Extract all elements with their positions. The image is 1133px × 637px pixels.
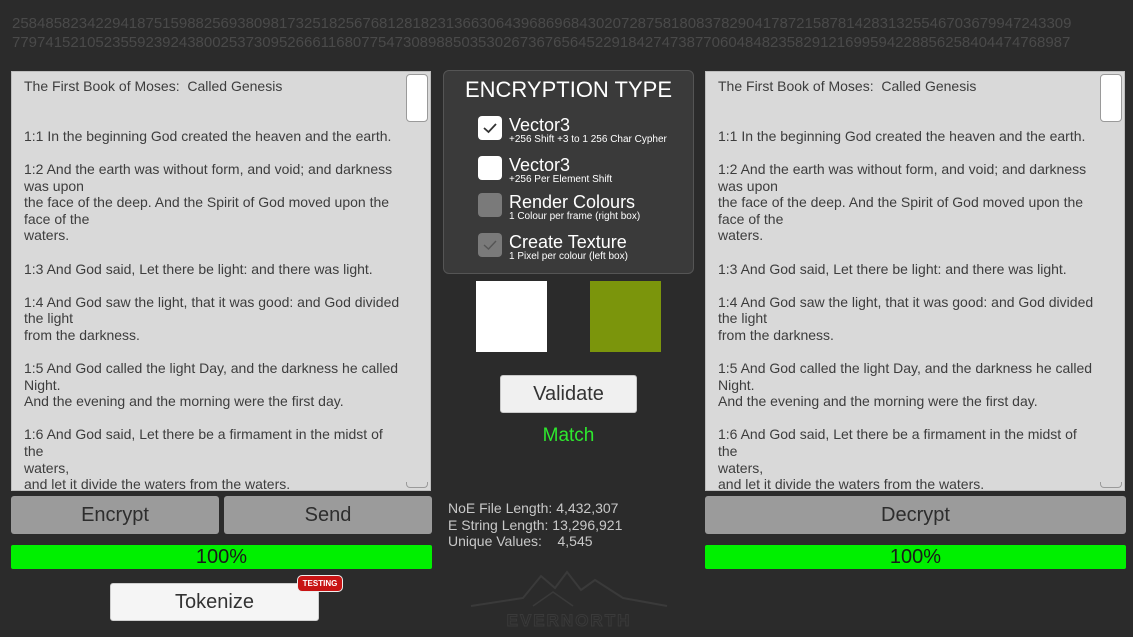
encrypt-button[interactable]: Encrypt — [11, 496, 219, 534]
cipher-digits-line-2: 7797415210523559239243800253730952666116… — [12, 34, 1071, 51]
checkbox-vector3-element-shift[interactable] — [478, 156, 502, 180]
option-sublabel: 1 Colour per frame (right box) — [509, 211, 641, 222]
check-icon — [483, 240, 497, 250]
string-length-value: 13,296,921 — [552, 516, 623, 533]
testing-badge: TESTING — [297, 575, 343, 592]
decrypt-button[interactable]: Decrypt — [705, 496, 1126, 534]
checkbox-vector3-cypher[interactable] — [478, 116, 502, 140]
send-button[interactable]: Send — [224, 496, 432, 534]
decrypt-progress-bar: 100% — [705, 545, 1126, 569]
plaintext-scrollbar[interactable] — [404, 72, 430, 490]
file-length-row: NoE File Length: 4,432,307 — [448, 500, 622, 517]
texture-preview-swatch — [476, 281, 547, 352]
option-label: Render Colours — [509, 192, 636, 212]
file-length-label: NoE File Length: — [448, 500, 553, 516]
evernorth-logo: EVERNORTH — [470, 570, 668, 630]
encryption-type-title: ENCRYPTION TYPE — [464, 77, 672, 102]
checkbox-create-texture[interactable] — [478, 233, 502, 257]
match-status: Match — [542, 425, 595, 446]
checkbox-render-colours[interactable] — [478, 193, 502, 217]
encrypt-progress-bar: 100% — [11, 545, 432, 569]
file-stats: NoE File Length: 4,432,307 E String Leng… — [448, 500, 622, 550]
decrypted-scroll-end — [1100, 482, 1122, 488]
plaintext-scroll-thumb[interactable] — [406, 74, 428, 122]
option-label: Vector3 — [509, 115, 571, 135]
decrypt-progress-label: 100% — [889, 545, 942, 568]
decrypted-content: The First Book of Moses: Called Genesis … — [718, 78, 1094, 491]
option-label: Create Texture — [509, 232, 627, 252]
option-sublabel: 1 Pixel per colour (left box) — [509, 251, 628, 262]
plaintext-scroll-end — [406, 482, 428, 488]
file-length-value: 4,432,307 — [556, 500, 619, 516]
option-sublabel: +256 Shift +3 to 1 256 Char Cypher — [509, 134, 667, 145]
plaintext-content: The First Book of Moses: Called Genesis … — [24, 78, 400, 491]
tokenize-button[interactable]: Tokenize — [110, 583, 319, 621]
unique-values-row: Unique Values: 4,545 — [448, 533, 622, 550]
logo-wordmark: EVERNORTH — [507, 611, 632, 630]
check-icon — [483, 123, 497, 134]
render-colour-swatch — [590, 281, 661, 352]
string-length-label: E String Length: — [448, 516, 549, 533]
decrypted-scrollbar[interactable] — [1098, 72, 1124, 490]
cipher-digits-line-1: 2584858234229418751598825693809817325182… — [12, 15, 1072, 32]
option-label: Vector3 — [509, 155, 571, 175]
decrypted-scroll-thumb[interactable] — [1100, 74, 1122, 122]
validate-button[interactable]: Validate — [500, 375, 637, 413]
unique-values-value: 4,545 — [557, 533, 593, 549]
plaintext-scroll-view[interactable]: The First Book of Moses: Called Genesis … — [11, 71, 431, 491]
encrypt-progress-label: 100% — [195, 545, 248, 568]
encryption-type-panel: ENCRYPTION TYPE Vector3 +256 Shift +3 to… — [443, 70, 694, 274]
option-sublabel: +256 Per Element Shift — [509, 174, 613, 185]
unique-values-label: Unique Values: — [448, 533, 542, 549]
string-length-row: E String Length: 13,296,921 — [448, 517, 622, 534]
decrypted-scroll-view[interactable]: The First Book of Moses: Called Genesis … — [705, 71, 1125, 491]
